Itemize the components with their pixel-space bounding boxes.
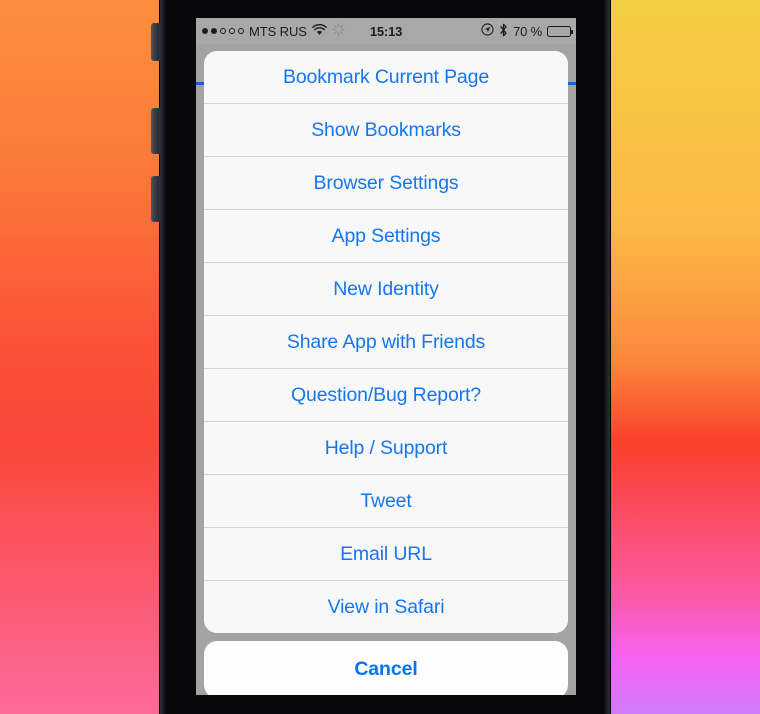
- menu-item-tweet[interactable]: Tweet: [204, 475, 568, 528]
- wallpaper-right: [600, 0, 760, 714]
- action-sheet-menu: Bookmark Current Page Show Bookmarks Bro…: [204, 51, 568, 633]
- battery-icon: [547, 25, 573, 37]
- menu-item-browser-settings[interactable]: Browser Settings: [204, 157, 568, 210]
- bluetooth-icon: [499, 23, 508, 40]
- device-screen: MTS RUS 15:13 70 % Bookmark Current Page…: [196, 18, 576, 695]
- screenshot-stage: MTS RUS 15:13 70 % Bookmark Current Page…: [0, 0, 760, 714]
- menu-item-app-settings[interactable]: App Settings: [204, 210, 568, 263]
- status-bar: MTS RUS 15:13 70 %: [196, 18, 576, 44]
- iphone-device: MTS RUS 15:13 70 % Bookmark Current Page…: [151, 0, 610, 714]
- volume-down-button[interactable]: [151, 176, 160, 222]
- device-bezel-left: [160, 0, 166, 714]
- menu-item-view-in-safari[interactable]: View in Safari: [204, 581, 568, 633]
- location-arrow-icon: [481, 23, 494, 39]
- silence-switch-button[interactable]: [151, 23, 160, 61]
- volume-up-button[interactable]: [151, 108, 160, 154]
- menu-item-show-bookmarks[interactable]: Show Bookmarks: [204, 104, 568, 157]
- status-bar-right: 70 %: [481, 23, 573, 40]
- battery-percent-label: 70 %: [513, 23, 542, 39]
- cancel-button[interactable]: Cancel: [204, 641, 568, 695]
- menu-item-share-app-with-friends[interactable]: Share App with Friends: [204, 316, 568, 369]
- menu-item-question-bug-report[interactable]: Question/Bug Report?: [204, 369, 568, 422]
- device-bezel-right: [604, 0, 610, 714]
- menu-item-email-url[interactable]: Email URL: [204, 528, 568, 581]
- menu-item-new-identity[interactable]: New Identity: [204, 263, 568, 316]
- action-sheet: Bookmark Current Page Show Bookmarks Bro…: [196, 44, 576, 695]
- menu-item-help-support[interactable]: Help / Support: [204, 422, 568, 475]
- menu-item-bookmark-current-page[interactable]: Bookmark Current Page: [204, 51, 568, 104]
